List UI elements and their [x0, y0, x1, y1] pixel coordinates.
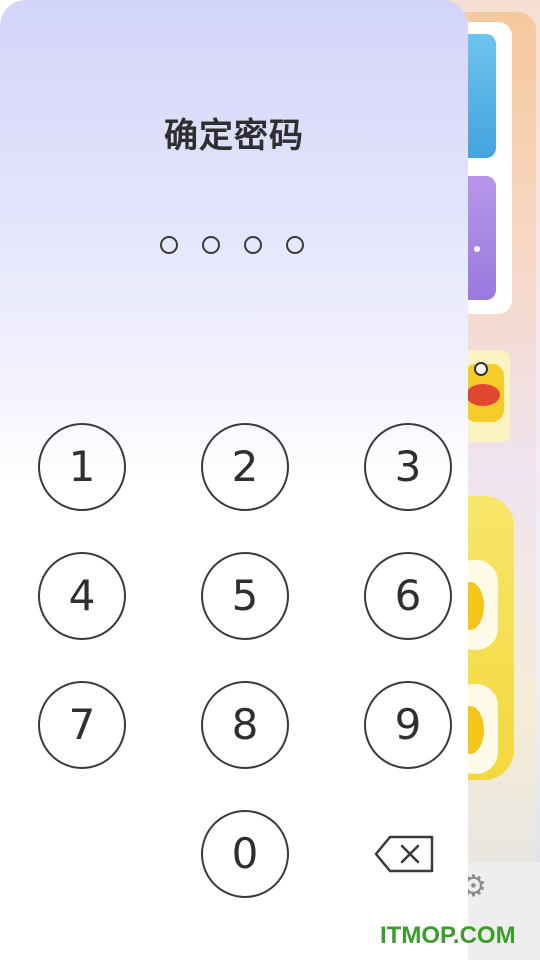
key-label: 2 [231, 442, 259, 491]
screen: ⚙ 确定密码 1 2 3 4 5 6 7 8 9 0 ITMOP.COM [0, 0, 540, 960]
key-label: 4 [68, 571, 96, 620]
key-label: 6 [394, 571, 422, 620]
page-title: 确定密码 [164, 116, 304, 156]
key-0-button[interactable]: 0 [201, 810, 289, 898]
key-label: 0 [231, 829, 259, 878]
pin-dot [286, 236, 304, 254]
key-label: 9 [394, 700, 422, 749]
key-2-button[interactable]: 2 [201, 423, 289, 511]
pin-dot [202, 236, 220, 254]
backspace-icon [374, 835, 434, 873]
key-7-button[interactable]: 7 [38, 681, 126, 769]
mascot-eye [474, 362, 488, 376]
watermark-logo: ITMOP.COM [380, 922, 516, 949]
key-label: 1 [68, 442, 96, 491]
mascot-beak [466, 384, 500, 406]
background-tile-dot [474, 246, 480, 252]
key-9-button[interactable]: 9 [364, 681, 452, 769]
pin-confirm-panel: 确定密码 1 2 3 4 5 6 7 8 9 0 [0, 0, 468, 960]
key-6-button[interactable]: 6 [364, 552, 452, 640]
pin-dot [244, 236, 262, 254]
pin-dot [160, 236, 178, 254]
key-label: 8 [231, 700, 259, 749]
key-label: 3 [394, 442, 422, 491]
key-label: 5 [231, 571, 259, 620]
key-5-button[interactable]: 5 [201, 552, 289, 640]
key-label: 7 [68, 700, 96, 749]
key-3-button[interactable]: 3 [364, 423, 452, 511]
key-1-button[interactable]: 1 [38, 423, 126, 511]
key-4-button[interactable]: 4 [38, 552, 126, 640]
delete-button[interactable] [372, 832, 436, 876]
key-8-button[interactable]: 8 [201, 681, 289, 769]
pin-indicator [160, 236, 310, 258]
